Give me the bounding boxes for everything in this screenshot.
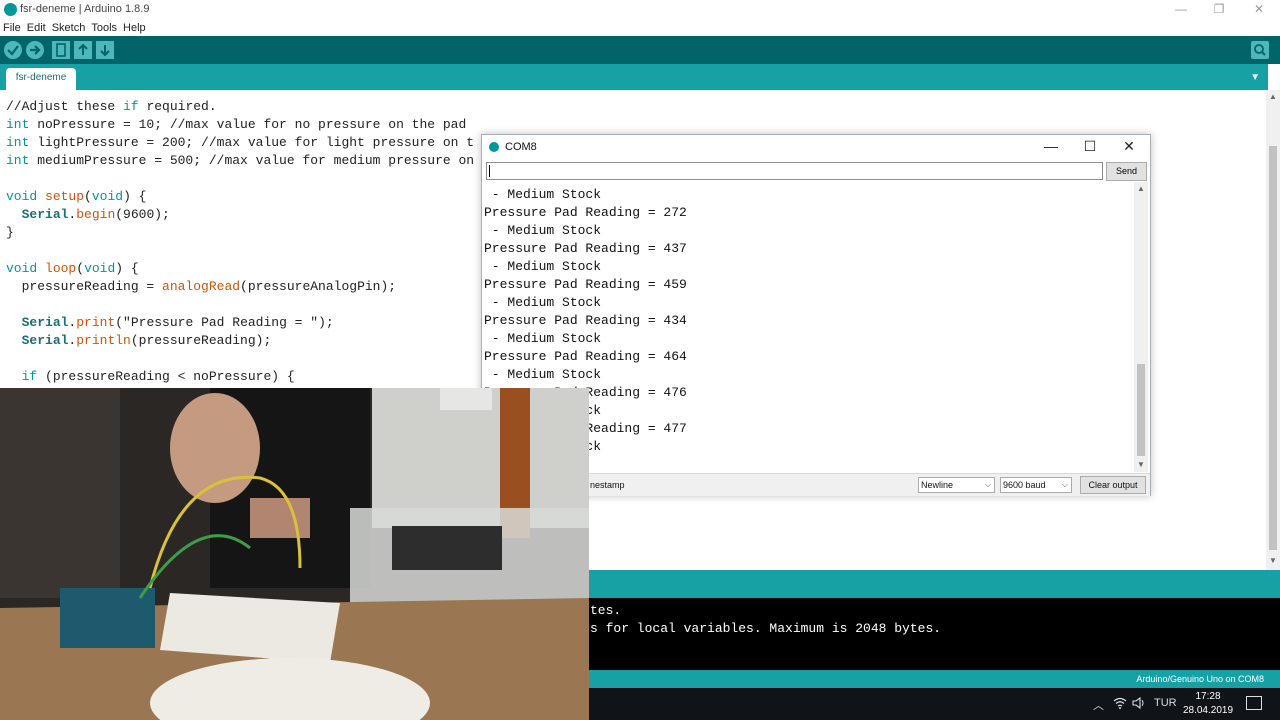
upload-button[interactable] [26, 41, 44, 59]
code-text: //Adjust these if required. int noPressur… [6, 98, 474, 386]
verify-button[interactable] [4, 41, 22, 59]
serial-output-line: Pressure Pad Reading = 459 [484, 277, 687, 292]
tab-fsr-deneme[interactable]: fsr-deneme [6, 68, 76, 90]
window-title: fsr-deneme | Arduino 1.8.9 [20, 3, 150, 15]
serial-send-input[interactable] [486, 162, 1103, 180]
code-line: } [6, 225, 14, 240]
code-line: if (pressureReading < noPressure) { [21, 369, 295, 384]
chevron-down-icon: ⌵ [1061, 480, 1068, 489]
toolbar [0, 36, 1280, 64]
baud-rate-select[interactable]: 9600 baud ⌵ [1000, 477, 1072, 493]
code-line: pressureReading = analogRead(pressureAna… [6, 279, 397, 294]
scroll-up-arrow-icon[interactable]: ▲ [1269, 92, 1277, 101]
code-line: void loop(void) { [6, 261, 139, 276]
save-sketch-button[interactable] [96, 41, 114, 59]
volume-icon[interactable] [1132, 696, 1146, 712]
tab-bar: fsr-deneme ▼ [0, 64, 1268, 90]
serial-output-line: - Medium Stock [484, 331, 602, 346]
serial-output-line: Pressure Pad Reading = 464 [484, 349, 687, 364]
serial-maximize-button[interactable]: ☐ [1078, 138, 1102, 155]
arrow-down-icon [100, 45, 110, 57]
serial-scrollbar[interactable]: ▲ ▼ [1134, 182, 1148, 472]
wifi-icon[interactable] [1113, 697, 1127, 712]
editor-scrollbar[interactable]: ▲ ▼ [1266, 90, 1280, 570]
console-line: tes. [590, 603, 622, 618]
code-line: //Adjust these if required. [6, 99, 217, 114]
close-button[interactable]: ✕ [1249, 2, 1269, 16]
serial-output-line: - Medium Stock [484, 367, 602, 382]
text-caret [489, 165, 490, 177]
arrow-up-icon [78, 43, 88, 55]
console-lines: tes. s for local variables. Maximum is 20… [590, 602, 941, 638]
new-sketch-button[interactable] [52, 41, 70, 59]
serial-output-line: - Medium Stock [484, 223, 602, 238]
serial-output-line: - Medium Stock [484, 295, 602, 310]
line-ending-value: Newline [921, 480, 954, 490]
serial-output-line: Pressure Pad Reading = 434 [484, 313, 687, 328]
notification-center-icon[interactable] [1246, 696, 1262, 710]
clear-output-button[interactable]: Clear output [1080, 476, 1146, 494]
serial-monitor-title: COM8 [505, 141, 537, 153]
menu-tools[interactable]: Tools [88, 20, 120, 34]
serial-minimize-button[interactable]: — [1039, 138, 1063, 154]
menu-help[interactable]: Help [120, 20, 149, 34]
check-icon [7, 45, 19, 56]
webcam-video-overlay [0, 388, 589, 720]
line-ending-select[interactable]: Newline ⌵ [918, 477, 995, 493]
serial-output-line: - Medium Stock [484, 259, 602, 274]
clock-date: 28.04.2019 [1182, 705, 1234, 716]
baud-rate-value: 9600 baud [1003, 480, 1046, 490]
show-timestamp-label[interactable]: nestamp [590, 480, 625, 490]
menu-bar: File Edit Sketch Tools Help [0, 20, 1280, 36]
menu-file[interactable]: File [0, 20, 24, 34]
serial-output-line: - Medium Stock [484, 187, 602, 202]
arrow-right-icon [30, 45, 41, 55]
menu-sketch[interactable]: Sketch [49, 20, 89, 34]
serial-scroll-down-icon[interactable]: ▼ [1137, 460, 1145, 469]
serial-scroll-up-icon[interactable]: ▲ [1137, 184, 1145, 193]
code-line: Serial.println(pressureReading); [21, 333, 272, 348]
scroll-down-arrow-icon[interactable]: ▼ [1269, 556, 1277, 565]
code-line: Serial.begin(9600); [21, 207, 170, 222]
chevron-down-icon: ⌵ [984, 480, 991, 489]
open-sketch-button[interactable] [74, 41, 92, 59]
send-button[interactable]: Send [1106, 162, 1147, 181]
taskbar-clock[interactable]: 17:28 28.04.2019 [1180, 690, 1236, 718]
code-line: int mediumPressure = 500; //max value fo… [6, 153, 475, 168]
serial-output-line: Pressure Pad Reading = 272 [484, 205, 687, 220]
code-line: int lightPressure = 200; //max value for… [6, 135, 475, 150]
maximize-button[interactable]: ❐ [1209, 2, 1229, 16]
clock-time: 17:28 [1195, 691, 1221, 702]
serial-monitor-titlebar: COM8 — ☐ ✕ [482, 135, 1150, 159]
serial-output-line: Pressure Pad Reading = 437 [484, 241, 687, 256]
magnifier-icon [1254, 44, 1266, 56]
code-line: int noPressure = 10; //max value for no … [6, 117, 467, 132]
serial-close-button[interactable]: ✕ [1117, 138, 1141, 155]
serial-scroll-thumb[interactable] [1137, 364, 1145, 456]
tab-menu-chevron-icon[interactable]: ▼ [1250, 72, 1260, 83]
serial-monitor-button[interactable] [1251, 41, 1269, 59]
console-line: s for local variables. Maximum is 2048 b… [590, 621, 942, 636]
language-indicator[interactable]: TUR [1154, 697, 1177, 709]
minimize-button[interactable]: — [1171, 2, 1191, 16]
board-status: Arduino/Genuino Uno on COM8 [1136, 674, 1264, 684]
file-icon [56, 43, 66, 57]
arduino-logo-icon [489, 142, 499, 152]
menu-edit[interactable]: Edit [24, 20, 49, 34]
editor-scroll-thumb[interactable] [1269, 146, 1277, 550]
webcam-scene-image [0, 388, 589, 720]
tray-chevron-icon[interactable]: ︿ [1093, 697, 1104, 713]
window-titlebar: fsr-deneme | Arduino 1.8.9 — ❐ ✕ [0, 0, 1280, 20]
code-line: Serial.print("Pressure Pad Reading = "); [21, 315, 334, 330]
arduino-logo-icon [4, 3, 17, 16]
code-line: void setup(void) { [6, 189, 147, 204]
